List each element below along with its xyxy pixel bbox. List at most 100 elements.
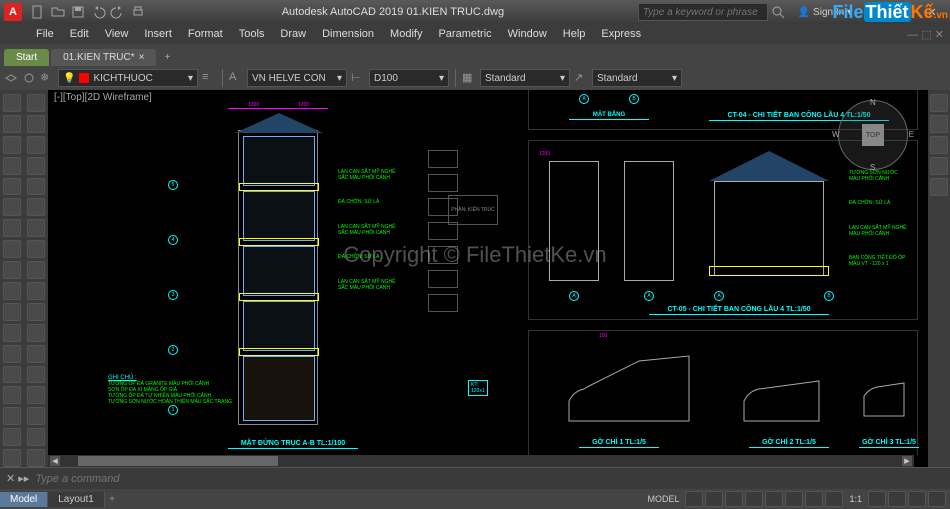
status-ortho[interactable] bbox=[725, 491, 743, 507]
menu-parametric[interactable]: Parametric bbox=[430, 26, 499, 42]
menu-window[interactable]: Window bbox=[500, 26, 555, 42]
status-otrack[interactable] bbox=[785, 491, 803, 507]
undo-icon[interactable] bbox=[90, 4, 106, 20]
move-tool[interactable] bbox=[27, 94, 45, 112]
circle-tool[interactable] bbox=[3, 136, 21, 154]
status-transparency[interactable] bbox=[825, 491, 843, 507]
menu-insert[interactable]: Insert bbox=[136, 26, 180, 42]
rotate-tool[interactable] bbox=[27, 136, 45, 154]
menu-draw[interactable]: Draw bbox=[272, 26, 314, 42]
break-tool[interactable] bbox=[27, 386, 45, 404]
tab-add-layout[interactable]: + bbox=[105, 491, 119, 507]
command-input[interactable] bbox=[35, 473, 944, 485]
compass-e[interactable]: E bbox=[909, 130, 914, 139]
mleader-icon[interactable]: ↗ bbox=[574, 71, 588, 85]
redo-icon[interactable] bbox=[110, 4, 126, 20]
tab-model[interactable]: Model bbox=[0, 492, 48, 507]
status-annoscale[interactable] bbox=[868, 491, 886, 507]
align-tool[interactable] bbox=[27, 428, 45, 446]
navbar-wheel[interactable] bbox=[930, 94, 948, 112]
tab-document[interactable]: 01.KIEN TRUC* × bbox=[51, 49, 156, 66]
help-search-input[interactable] bbox=[638, 3, 768, 21]
horizontal-scrollbar[interactable]: ◀ ▶ bbox=[48, 455, 914, 467]
view-cube[interactable]: TOP N S W E bbox=[838, 100, 908, 170]
stretch-tool[interactable] bbox=[27, 261, 45, 279]
spline-tool[interactable] bbox=[3, 345, 21, 363]
status-lwt[interactable] bbox=[805, 491, 823, 507]
copy-tool[interactable] bbox=[27, 115, 45, 133]
textstyle-selector[interactable]: VN HELVE CON ▾ bbox=[247, 69, 347, 87]
command-prompt-icon[interactable]: ✕ ▸▸ bbox=[6, 472, 29, 485]
viewcube-top[interactable]: TOP bbox=[862, 124, 884, 146]
dimstyle-icon[interactable]: ⊢ bbox=[351, 71, 365, 85]
menu-dimension[interactable]: Dimension bbox=[314, 26, 382, 42]
search-icon[interactable] bbox=[770, 4, 786, 20]
textstyle-icon[interactable]: A bbox=[229, 71, 243, 85]
layer-match-icon[interactable]: ≡ bbox=[202, 71, 216, 85]
rectangle-tool[interactable] bbox=[3, 178, 21, 196]
menu-file[interactable]: File bbox=[28, 26, 62, 42]
tab-start[interactable]: Start bbox=[4, 49, 49, 66]
pedit-tool[interactable] bbox=[27, 449, 45, 467]
array-tool[interactable] bbox=[27, 198, 45, 216]
fillet-tool[interactable] bbox=[27, 303, 45, 321]
block-tool[interactable] bbox=[3, 407, 21, 425]
save-icon[interactable] bbox=[70, 4, 86, 20]
hatch-tool[interactable] bbox=[3, 219, 21, 237]
polyline-tool[interactable] bbox=[3, 115, 21, 133]
tab-close-icon[interactable]: × bbox=[139, 52, 145, 63]
offset-tool[interactable] bbox=[27, 178, 45, 196]
mleader-selector[interactable]: Standard ▾ bbox=[592, 69, 682, 87]
tab-new[interactable]: + bbox=[158, 49, 176, 66]
menu-help[interactable]: Help bbox=[555, 26, 594, 42]
tablestyle-selector[interactable]: Standard ▾ bbox=[480, 69, 570, 87]
arc-tool[interactable] bbox=[3, 157, 21, 175]
dimstyle-selector[interactable]: D100 ▾ bbox=[369, 69, 449, 87]
layer-props-icon[interactable] bbox=[4, 71, 18, 85]
menu-format[interactable]: Format bbox=[180, 26, 231, 42]
layer-states-icon[interactable] bbox=[22, 71, 36, 85]
menu-edit[interactable]: Edit bbox=[62, 26, 97, 42]
status-customize[interactable] bbox=[928, 491, 946, 507]
explode-tool[interactable] bbox=[27, 345, 45, 363]
ray-tool[interactable] bbox=[3, 386, 21, 404]
navbar-showmotion[interactable] bbox=[930, 178, 948, 196]
drawing-canvas[interactable]: [-][Top][2D Wireframe] 1200 1200 bbox=[48, 90, 928, 467]
tab-layout1[interactable]: Layout1 bbox=[48, 492, 105, 507]
chamfer-tool[interactable] bbox=[27, 324, 45, 342]
app-logo[interactable]: A bbox=[4, 3, 22, 21]
region-tool[interactable] bbox=[3, 324, 21, 342]
layer-freeze-icon[interactable]: ❄ bbox=[40, 71, 54, 85]
new-icon[interactable] bbox=[30, 4, 46, 20]
status-scale[interactable]: 1:1 bbox=[845, 494, 866, 504]
trim-tool[interactable] bbox=[27, 219, 45, 237]
line-tool[interactable] bbox=[3, 94, 21, 112]
menu-tools[interactable]: Tools bbox=[231, 26, 273, 42]
point-tool[interactable] bbox=[3, 303, 21, 321]
join-tool[interactable] bbox=[27, 407, 45, 425]
mtext-tool[interactable] bbox=[3, 261, 21, 279]
status-workspace[interactable] bbox=[888, 491, 906, 507]
status-model[interactable]: MODEL bbox=[643, 494, 683, 504]
navbar-pan[interactable] bbox=[930, 115, 948, 133]
status-polar[interactable] bbox=[745, 491, 763, 507]
extend-tool[interactable] bbox=[27, 240, 45, 258]
scale-tool[interactable] bbox=[27, 282, 45, 300]
erase-tool[interactable] bbox=[27, 366, 45, 384]
navbar-zoom[interactable] bbox=[930, 136, 948, 154]
donut-tool[interactable] bbox=[3, 449, 21, 467]
ellipse-tool[interactable] bbox=[3, 198, 21, 216]
navbar-orbit[interactable] bbox=[930, 157, 948, 175]
status-grid[interactable] bbox=[685, 491, 703, 507]
xline-tool[interactable] bbox=[3, 366, 21, 384]
insert-tool[interactable] bbox=[3, 428, 21, 446]
layer-selector[interactable]: 💡 KICHTHUOC ▾ bbox=[58, 69, 198, 87]
open-icon[interactable] bbox=[50, 4, 66, 20]
status-clean[interactable] bbox=[908, 491, 926, 507]
print-icon[interactable] bbox=[130, 4, 146, 20]
menu-view[interactable]: View bbox=[97, 26, 137, 42]
mirror-tool[interactable] bbox=[27, 157, 45, 175]
compass-s[interactable]: S bbox=[870, 163, 875, 172]
status-osnap[interactable] bbox=[765, 491, 783, 507]
text-tool[interactable] bbox=[3, 240, 21, 258]
